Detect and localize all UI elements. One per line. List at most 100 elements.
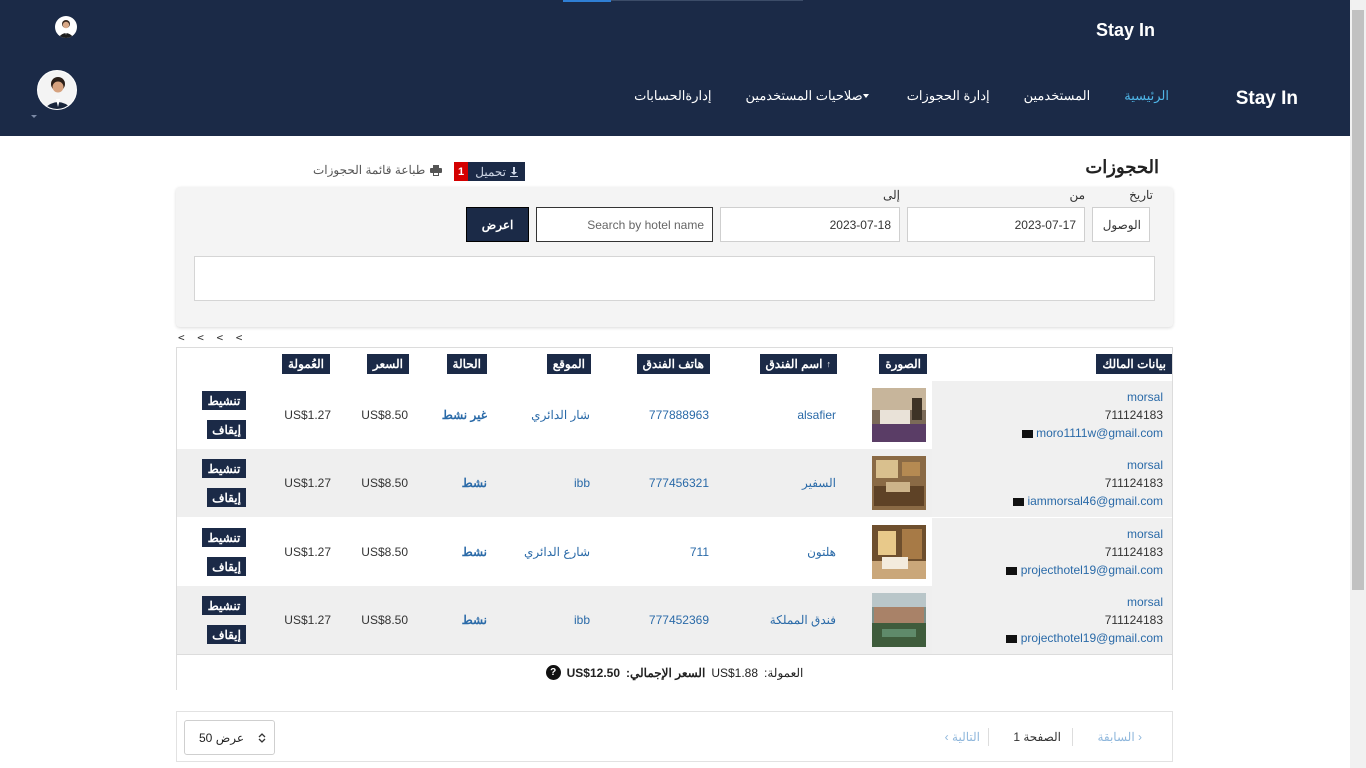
hotel-name[interactable]: السفير bbox=[802, 476, 836, 490]
stop-button[interactable]: إيقاف bbox=[207, 625, 246, 644]
download-icon bbox=[510, 166, 518, 177]
activate-button[interactable]: تنشيط bbox=[202, 596, 246, 615]
divider bbox=[1072, 728, 1073, 746]
print-bookings-link[interactable]: طباعة قائمة الحجوزات bbox=[313, 163, 443, 177]
owner-name[interactable]: morsal bbox=[1127, 527, 1163, 541]
hotel-phone[interactable]: 777456321 bbox=[649, 476, 709, 490]
search-placeholder: Search by hotel name bbox=[587, 217, 704, 232]
nav-permissions[interactable]: صلاحيات المستخدمين bbox=[729, 88, 890, 104]
from-date-input[interactable]: 2023-07-17 bbox=[907, 207, 1085, 242]
price-value: US$8.50 bbox=[361, 545, 408, 559]
owner-email[interactable]: projecthotel19@gmail.com bbox=[1002, 631, 1163, 645]
header-hotel-name-label: اسم الفندق bbox=[765, 357, 823, 371]
user-avatar[interactable] bbox=[37, 70, 77, 110]
hotel-image[interactable] bbox=[872, 593, 926, 647]
grand-total-value: US$12.50 bbox=[566, 665, 621, 680]
activate-button[interactable]: تنشيط bbox=[202, 391, 246, 410]
hotel-location[interactable]: شارع الدائري bbox=[524, 545, 590, 559]
hotel-image[interactable] bbox=[872, 456, 926, 510]
status-badge[interactable]: نشط bbox=[462, 545, 487, 559]
user-avatar-small[interactable] bbox=[55, 16, 77, 38]
hotel-search-input[interactable]: Search by hotel name bbox=[536, 207, 713, 242]
price-value: US$8.50 bbox=[361, 613, 408, 627]
hotel-phone[interactable]: 777452369 bbox=[649, 613, 709, 627]
printer-icon bbox=[430, 164, 443, 176]
nav-accounts[interactable]: إدارةالحسابات bbox=[617, 88, 728, 104]
commission-value: US$1.27 bbox=[284, 408, 331, 422]
owner-email[interactable]: moro1111w@gmail.com bbox=[1018, 426, 1163, 440]
page-scrollbar[interactable] bbox=[1350, 0, 1366, 768]
brand-logo[interactable]: Stay In bbox=[1236, 88, 1298, 110]
nav-bookings[interactable]: إدارة الحجوزات bbox=[890, 88, 1007, 104]
prev-page-link[interactable]: السابقة › bbox=[1097, 730, 1142, 744]
loading-progress bbox=[563, 0, 611, 2]
sort-arrows-icon bbox=[258, 732, 266, 743]
status-badge[interactable]: نشط bbox=[462, 613, 487, 627]
owner-phone: 711124183 bbox=[1104, 545, 1163, 559]
from-label: من bbox=[1069, 188, 1085, 202]
activate-button[interactable]: تنشيط bbox=[202, 528, 246, 547]
stop-button[interactable]: إيقاف bbox=[207, 557, 246, 576]
hotel-phone[interactable]: 711 bbox=[690, 545, 709, 559]
to-date-input[interactable]: 2023-07-18 bbox=[720, 207, 900, 242]
header-commission: العُمولة bbox=[281, 354, 330, 374]
help-icon[interactable]: ? bbox=[545, 665, 561, 680]
hotel-image[interactable] bbox=[872, 388, 926, 442]
per-page-select[interactable]: عرض 50 bbox=[184, 720, 275, 755]
hotel-image[interactable] bbox=[872, 525, 926, 579]
commission-value: US$1.27 bbox=[284, 545, 331, 559]
owner-email-text: projecthotel19@gmail.com bbox=[1020, 631, 1163, 645]
scrollbar-thumb[interactable] bbox=[1352, 10, 1364, 590]
header-hotel-name[interactable]: اسم الفندق ↑ bbox=[759, 354, 837, 374]
download-label: تحميل bbox=[475, 164, 506, 179]
hotel-name[interactable]: هلتون bbox=[807, 545, 836, 559]
nav-home[interactable]: الرئيسية bbox=[1107, 88, 1186, 104]
next-page-link[interactable]: ‹ التالية bbox=[945, 730, 980, 744]
owner-name[interactable]: morsal bbox=[1127, 390, 1163, 404]
nav-permissions-label: صلاحيات المستخدمين bbox=[745, 88, 863, 103]
owner-name[interactable]: morsal bbox=[1127, 595, 1163, 609]
date-label: تاريخ bbox=[1129, 188, 1153, 202]
top-navbar bbox=[0, 0, 1366, 136]
hotel-location[interactable]: ibb bbox=[574, 613, 590, 627]
price-value: US$8.50 bbox=[361, 476, 408, 490]
stop-button[interactable]: إيقاف bbox=[207, 488, 246, 507]
hotel-location[interactable]: شار الدائري bbox=[531, 408, 590, 422]
next-label: التالية bbox=[952, 730, 980, 744]
brand-small[interactable]: Stay In bbox=[1096, 20, 1155, 41]
owner-email[interactable]: iammorsal46@gmail.com bbox=[1009, 494, 1163, 508]
table-pager-arrows[interactable]: < < < < bbox=[178, 331, 245, 344]
to-date-value: 2023-07-18 bbox=[829, 217, 891, 232]
avatar-caret-icon[interactable] bbox=[31, 115, 37, 118]
divider bbox=[988, 728, 989, 746]
owner-name[interactable]: morsal bbox=[1127, 458, 1163, 472]
owner-email[interactable]: projecthotel19@gmail.com bbox=[1002, 563, 1163, 577]
activate-button[interactable]: تنشيط bbox=[202, 459, 246, 478]
date-type-select[interactable]: الوصول bbox=[1092, 207, 1150, 242]
page-title: الحجوزات bbox=[1085, 157, 1159, 177]
hotel-name[interactable]: فندق المملكة bbox=[770, 613, 836, 627]
download-button[interactable]: 1 تحميل bbox=[454, 162, 525, 181]
totals-bar: العمولة: US$1.88 السعر الإجمالي: US$12.5… bbox=[176, 654, 1173, 690]
envelope-icon bbox=[1013, 497, 1025, 506]
loading-track bbox=[611, 0, 803, 1]
nav-users[interactable]: المستخدمين bbox=[1007, 88, 1108, 104]
per-page-value: عرض 50 bbox=[199, 730, 244, 745]
status-badge[interactable]: نشط bbox=[462, 476, 487, 490]
status-badge[interactable]: غير نشط bbox=[442, 408, 487, 422]
show-button[interactable]: اعرض bbox=[466, 207, 529, 242]
stop-button[interactable]: إيقاف bbox=[207, 420, 246, 439]
chevron-left-icon: ‹ bbox=[944, 730, 949, 744]
header-location: الموقع bbox=[546, 354, 591, 374]
main-nav: الرئيسية المستخدمين إدارة الحجوزات صلاحي… bbox=[617, 88, 1186, 104]
envelope-icon bbox=[1021, 429, 1033, 438]
commission-total-label: العمولة: bbox=[764, 665, 804, 680]
header-status: الحالة bbox=[446, 354, 487, 374]
hotel-name[interactable]: alsafier bbox=[797, 408, 836, 422]
header-price: السعر bbox=[366, 354, 409, 374]
filter-extra-field[interactable] bbox=[194, 256, 1155, 301]
hotel-phone[interactable]: 777888963 bbox=[649, 408, 709, 422]
hotel-location[interactable]: ibb bbox=[574, 476, 590, 490]
current-page: الصفحة 1 bbox=[1013, 730, 1061, 744]
header-hotel-phone: هاتف الفندق bbox=[636, 354, 710, 374]
